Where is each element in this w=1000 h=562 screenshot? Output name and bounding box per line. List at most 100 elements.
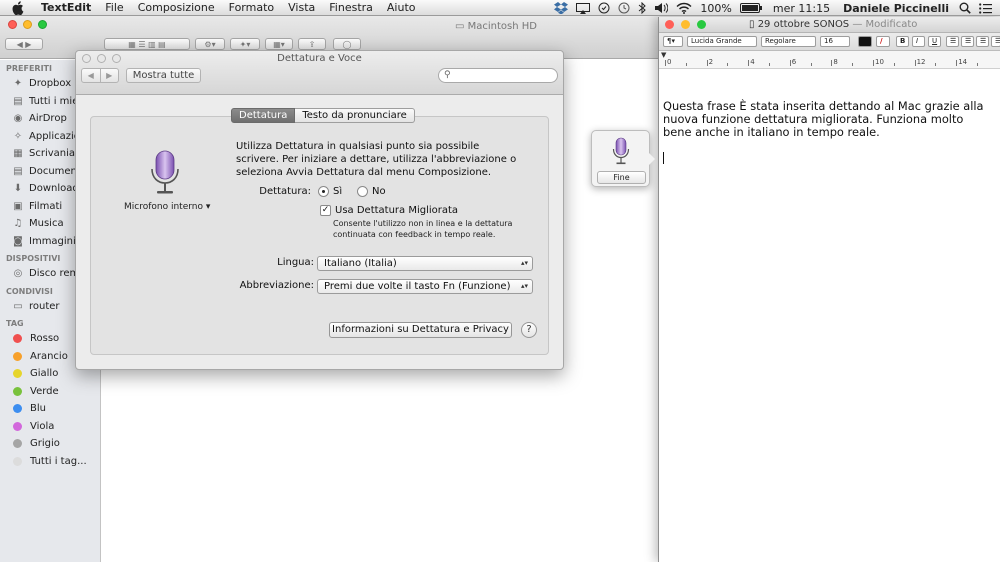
dictation-done-button[interactable]: Fine — [597, 171, 646, 184]
battery-percent[interactable]: 100% — [696, 2, 735, 15]
sidebar-tag-item[interactable]: Viola — [0, 418, 100, 436]
ruler-tick — [665, 60, 666, 66]
tag-label: Giallo — [30, 368, 59, 380]
tag-button-icon[interactable]: ◯ — [333, 38, 361, 50]
disc-icon: ◎ — [13, 268, 23, 280]
ruler-number: 0 — [667, 58, 672, 66]
sidebar-tag-item[interactable]: Tutti i tag... — [0, 453, 100, 471]
share-icon[interactable]: ⇪ — [298, 38, 326, 50]
finder-minimize-button[interactable] — [23, 20, 32, 29]
tag-color-dot — [13, 369, 22, 379]
dictation-privacy-button[interactable]: Informazioni su Dettatura e Privacy — [329, 322, 512, 338]
dictation-on-radio[interactable]: Sì — [318, 186, 342, 197]
align-center-icon[interactable]: ☰ — [961, 36, 974, 47]
sidebar-tag-item[interactable]: Grigio — [0, 435, 100, 453]
radio-unselected[interactable] — [357, 186, 368, 197]
prefs-titlebar: Dettatura e Voce ◀ ▶ Mostra tutte ⚲ — [76, 51, 563, 95]
finder-zoom-button[interactable] — [38, 20, 47, 29]
prefs-search-input[interactable]: ⚲ — [438, 68, 558, 83]
forward-icon[interactable]: ▶ — [99, 69, 119, 82]
menu-composizione[interactable]: Composizione — [131, 1, 222, 14]
time-machine-icon[interactable] — [614, 2, 634, 14]
format-bar: ¶▾ Lucida Grande Regolare 16 / B I U ☰ ☰… — [659, 33, 1000, 51]
microphone-icon — [151, 150, 179, 194]
checkmark-icon[interactable]: ✓ — [320, 205, 331, 216]
highlight-color-icon[interactable]: / — [876, 36, 890, 47]
underline-button[interactable]: U — [928, 36, 941, 47]
server-icon: ▭ — [13, 300, 23, 312]
sidebar-tag-item[interactable]: Blu — [0, 400, 100, 418]
back-icon[interactable]: ◀ — [82, 69, 100, 82]
bluetooth-icon[interactable] — [634, 2, 650, 14]
help-button[interactable]: ? — [521, 322, 537, 338]
user-menu[interactable]: Daniele Piccinelli — [837, 2, 955, 15]
menubar-clock[interactable]: mer 11:15 — [766, 2, 837, 15]
prefs-nav-buttons[interactable]: ◀ ▶ — [81, 68, 119, 83]
action-gear-icon[interactable]: ⚙▾ — [195, 38, 225, 50]
menu-finestra[interactable]: Finestra — [322, 1, 380, 14]
bold-button[interactable]: B — [896, 36, 909, 47]
movies-icon: ▣ — [13, 200, 23, 212]
font-size-select[interactable]: 16 — [820, 36, 850, 47]
align-right-icon[interactable]: ☰ — [976, 36, 989, 47]
justify-icon[interactable]: ☰ — [991, 36, 1000, 47]
text-color-swatch[interactable] — [858, 36, 872, 47]
airplay-display-icon[interactable] — [572, 2, 594, 14]
radio-selected[interactable] — [318, 186, 329, 197]
ruler-tick — [748, 60, 750, 66]
enhanced-dictation-checkbox[interactable]: ✓ Usa Dettatura Migliorata — [320, 205, 458, 216]
volume-icon[interactable] — [650, 2, 672, 14]
wifi-icon[interactable] — [672, 2, 696, 14]
menu-app[interactable]: TextEdit — [34, 1, 98, 14]
align-left-icon[interactable]: ☰ — [946, 36, 959, 47]
spotlight-icon[interactable] — [955, 2, 975, 14]
battery-icon[interactable] — [736, 3, 766, 13]
tab-speech[interactable]: Testo da pronunciare — [295, 108, 415, 123]
ruler-tick — [893, 63, 895, 66]
menu-aiuto[interactable]: Aiuto — [380, 1, 423, 14]
textedit-minimize-button[interactable] — [681, 20, 690, 29]
shortcut-value: Premi due volte il tasto Fn (Funzione) — [324, 281, 511, 292]
textedit-close-button[interactable] — [665, 20, 674, 29]
sidebar-label: Download — [29, 183, 79, 195]
font-style-select[interactable]: Regolare — [761, 36, 816, 47]
sidebar-tag-item[interactable]: Verde — [0, 383, 100, 401]
dropbox-toolbar-icon[interactable]: ✦▾ — [230, 38, 260, 50]
ruler-number: 10 — [875, 58, 884, 66]
document-body[interactable]: Questa frase È stata inserita dettando a… — [663, 100, 993, 139]
dropbox-status-icon[interactable] — [550, 2, 572, 14]
notification-center-icon[interactable] — [975, 2, 1000, 14]
disk-icon: ▭ — [455, 21, 468, 32]
tag-color-dot — [13, 421, 22, 431]
dropbox-icon: ✦ — [13, 78, 23, 90]
tab-stop-marker-icon[interactable]: ▼ — [661, 51, 666, 59]
menu-vista[interactable]: Vista — [281, 1, 322, 14]
sidebar-label: Dropbox — [29, 78, 72, 90]
menu-formato[interactable]: Formato — [222, 1, 282, 14]
menu-file[interactable]: File — [98, 1, 130, 14]
paragraph-style-select[interactable]: ¶▾ — [663, 36, 683, 47]
apple-menu-icon[interactable] — [12, 0, 26, 15]
sidebar-label: AirDrop — [29, 113, 67, 125]
textedit-zoom-button[interactable] — [697, 20, 706, 29]
ruler-number: 2 — [708, 58, 714, 66]
dictation-off-radio[interactable]: No — [357, 186, 386, 197]
status-area: 100% mer 11:15 Daniele Piccinelli — [550, 0, 1000, 16]
shortcut-select[interactable]: Premi due volte il tasto Fn (Funzione) ▴▾ — [317, 279, 533, 294]
tab-dictation[interactable]: Dettatura — [231, 108, 296, 123]
font-family-select[interactable]: Lucida Grande — [687, 36, 757, 47]
updown-arrows-icon: ▴▾ — [520, 259, 528, 267]
ruler-tick — [852, 63, 854, 66]
show-all-button[interactable]: Mostra tutte — [126, 68, 201, 83]
finder-close-button[interactable] — [8, 20, 17, 29]
sidebar-label: Scrivania — [29, 148, 76, 160]
finder-back-forward[interactable]: ◀ ▶ — [5, 38, 43, 50]
notification-icon[interactable] — [594, 2, 614, 14]
microphone-source-menu[interactable]: Microfono interno ▾ — [124, 202, 210, 212]
view-mode-segment[interactable]: ▦ ☰ ▥ ▤ — [104, 38, 190, 50]
language-label: Lingua: — [277, 257, 314, 268]
arrange-icon[interactable]: ▦▾ — [265, 38, 293, 50]
language-select[interactable]: Italiano (Italia) ▴▾ — [317, 256, 533, 271]
ruler[interactable]: 0 2 4 6 8 10 12 14 ▼ — [659, 51, 1000, 69]
italic-button[interactable]: I — [912, 36, 925, 47]
